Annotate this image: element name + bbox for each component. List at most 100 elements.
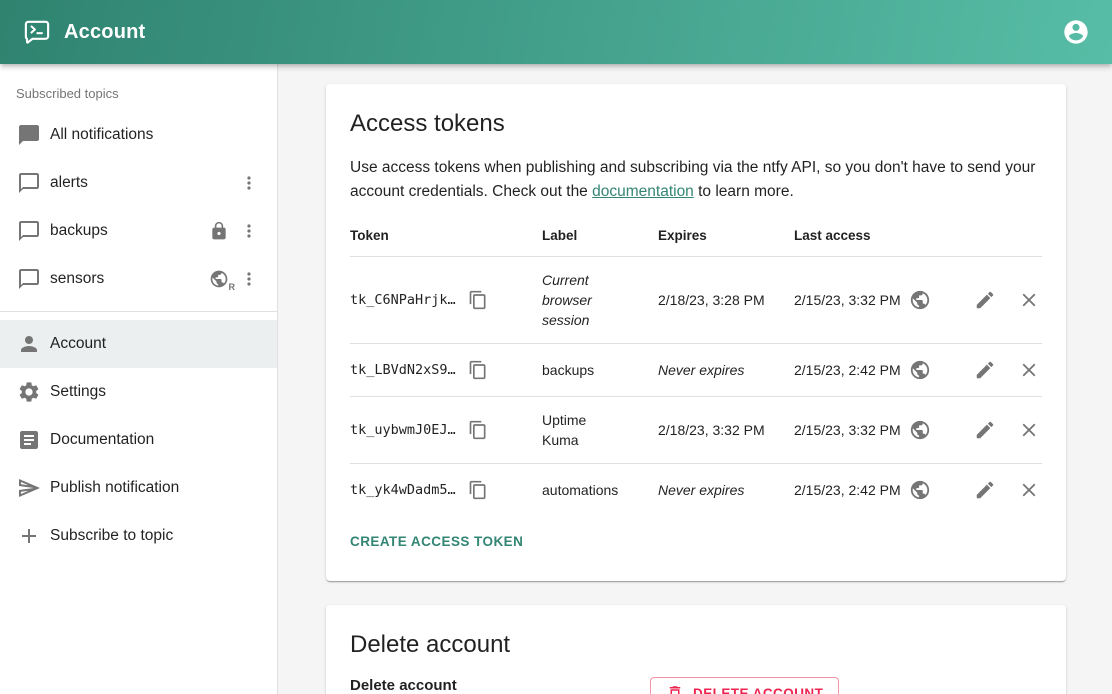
access-tokens-card: Access tokens Use access tokens when pub… <box>326 84 1066 581</box>
close-icon <box>1018 479 1040 501</box>
token-value: tk_uybwmJ0EJ… <box>350 420 456 440</box>
plus-icon <box>17 524 41 548</box>
token-expires: Never expires <box>658 360 794 380</box>
token-last-access: 2/15/23, 3:32 PM <box>794 420 901 440</box>
reserved-topic-globe-icon: R <box>209 269 229 289</box>
token-last-access: 2/15/23, 2:42 PM <box>794 360 901 380</box>
create-access-token-button[interactable]: CREATE ACCESS TOKEN <box>342 526 531 557</box>
pencil-icon <box>974 419 996 441</box>
sidebar-item-sensors[interactable]: sensors R <box>0 255 277 303</box>
token-value: tk_C6NPaHrjk… <box>350 290 456 310</box>
table-row: tk_C6NPaHrjk… Current browser session 2/… <box>350 257 1042 344</box>
pencil-icon <box>974 289 996 311</box>
edit-token-button[interactable] <box>972 357 998 383</box>
sidebar-item-label: Documentation <box>50 431 261 449</box>
token-expires: Never expires <box>658 480 794 500</box>
app-bar: Account <box>0 0 1112 64</box>
access-tokens-table: Token Label Expires Last access tk_C6NPa… <box>350 216 1042 516</box>
delete-account-button[interactable]: DELETE ACCOUNT <box>650 677 839 694</box>
token-value: tk_yk4wDadm5… <box>350 480 456 500</box>
copy-token-button[interactable] <box>468 420 488 440</box>
sidebar-item-documentation[interactable]: Documentation <box>0 416 277 464</box>
copy-token-button[interactable] <box>468 290 488 310</box>
col-header-last-access: Last access <box>794 226 942 246</box>
topic-menu-button[interactable] <box>237 267 261 291</box>
col-header-expires: Expires <box>658 226 794 246</box>
close-icon <box>1018 359 1040 381</box>
sidebar-item-label: backups <box>50 222 209 240</box>
account-circle-icon <box>1062 18 1090 46</box>
close-icon <box>1018 289 1040 311</box>
sidebar-item-publish-notification[interactable]: Publish notification <box>0 464 277 512</box>
copy-icon <box>468 480 488 500</box>
copy-icon <box>468 360 488 380</box>
edit-token-button[interactable] <box>972 417 998 443</box>
chat-filled-icon <box>17 123 41 147</box>
person-icon <box>17 332 41 356</box>
more-vert-icon <box>239 221 259 241</box>
delete-token-button[interactable] <box>1016 417 1042 443</box>
table-row: tk_LBVdN2xS9… backups Never expires 2/15… <box>350 344 1042 397</box>
sidebar-divider <box>0 311 277 312</box>
sidebar-item-label: Subscribe to topic <box>50 527 261 545</box>
delete-account-card: Delete account Delete account Permanentl… <box>326 605 1066 694</box>
reserved-marker: R <box>229 282 236 292</box>
copy-token-button[interactable] <box>468 480 488 500</box>
trash-icon <box>666 684 684 694</box>
main-content: Access tokens Use access tokens when pub… <box>278 64 1112 694</box>
sidebar-item-label: alerts <box>50 174 237 192</box>
table-row: tk_uybwmJ0EJ… Uptime Kuma 2/18/23, 3:32 … <box>350 397 1042 464</box>
copy-icon <box>468 290 488 310</box>
access-tokens-title: Access tokens <box>350 110 1042 138</box>
token-label: backups <box>542 360 624 380</box>
sidebar-item-label: All notifications <box>50 126 261 144</box>
more-vert-icon <box>239 173 259 193</box>
chat-outline-icon <box>17 171 41 195</box>
sidebar-item-alerts[interactable]: alerts <box>0 159 277 207</box>
close-icon <box>1018 419 1040 441</box>
page-title: Account <box>64 21 145 44</box>
topic-menu-button[interactable] <box>237 219 261 243</box>
subscribed-topics-label: Subscribed topics <box>0 72 277 111</box>
gear-icon <box>17 380 41 404</box>
article-icon <box>17 428 41 452</box>
copy-icon <box>468 420 488 440</box>
globe-icon <box>909 289 931 311</box>
delete-token-button[interactable] <box>1016 477 1042 503</box>
sidebar-item-subscribe-to-topic[interactable]: Subscribe to topic <box>0 512 277 560</box>
topic-menu-button[interactable] <box>237 171 261 195</box>
sidebar-item-label: Settings <box>50 383 261 401</box>
more-vert-icon <box>239 269 259 289</box>
table-row: tk_yk4wDadm5… automations Never expires … <box>350 464 1042 516</box>
col-header-token: Token <box>350 226 542 246</box>
sidebar-item-settings[interactable]: Settings <box>0 368 277 416</box>
delete-token-button[interactable] <box>1016 357 1042 383</box>
sidebar-item-all-notifications[interactable]: All notifications <box>0 111 277 159</box>
token-label: Uptime Kuma <box>542 410 624 450</box>
documentation-link[interactable]: documentation <box>592 183 694 200</box>
delete-account-row-title: Delete account <box>350 677 650 694</box>
sidebar-item-account[interactable]: Account <box>0 320 277 368</box>
sidebar-item-label: sensors <box>50 270 209 288</box>
edit-token-button[interactable] <box>972 477 998 503</box>
sidebar-item-label: Publish notification <box>50 479 261 497</box>
chat-outline-icon <box>17 267 41 291</box>
edit-token-button <box>972 287 998 313</box>
token-last-access: 2/15/23, 2:42 PM <box>794 480 901 500</box>
globe-icon <box>909 419 931 441</box>
token-expires: 2/18/23, 3:28 PM <box>658 290 794 310</box>
ntfy-logo-icon <box>22 17 52 47</box>
token-label: Current browser session <box>542 270 624 330</box>
globe-icon <box>909 359 931 381</box>
sidebar-item-backups[interactable]: backups <box>0 207 277 255</box>
delete-token-button <box>1016 287 1042 313</box>
token-expires: 2/18/23, 3:32 PM <box>658 420 794 440</box>
delete-account-row: Delete account Permanently delete your a… <box>350 677 1042 694</box>
token-label: automations <box>542 480 624 500</box>
copy-token-button[interactable] <box>468 360 488 380</box>
account-menu-button[interactable] <box>1056 12 1096 52</box>
send-icon <box>17 476 41 500</box>
delete-account-title: Delete account <box>350 631 1042 659</box>
token-value: tk_LBVdN2xS9… <box>350 360 456 380</box>
globe-icon <box>909 479 931 501</box>
